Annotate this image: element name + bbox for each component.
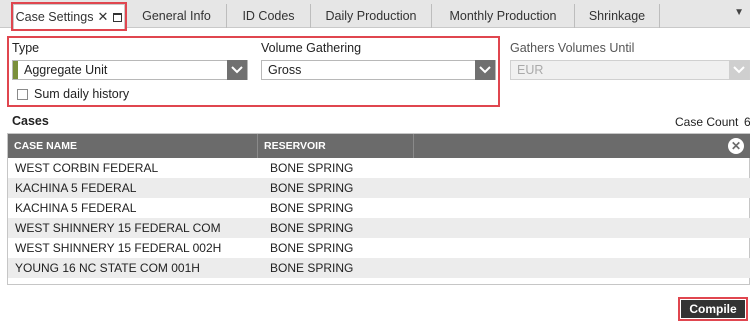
gathers-volumes-value: EUR: [517, 63, 544, 77]
case-name-cell: WEST CORBIN FEDERAL: [15, 161, 159, 175]
tab-label: ID Codes: [242, 9, 295, 23]
grid-header: CASE NAME RESERVOIR ✕: [8, 134, 750, 158]
tab-case-settings[interactable]: Case Settings ✕: [11, 2, 127, 31]
case-name-cell: KACHINA 5 FEDERAL: [15, 181, 137, 195]
tab-monthly-production[interactable]: Monthly Production: [432, 4, 575, 28]
tab-label: Case Settings: [15, 10, 94, 24]
clear-icon[interactable]: ✕: [728, 138, 744, 154]
chevron-down-icon[interactable]: [475, 60, 495, 80]
tab-label: Daily Production: [325, 9, 417, 23]
reservoir-cell: BONE SPRING: [270, 221, 354, 235]
case-name-cell: YOUNG 16 NC STATE COM 001H: [15, 261, 200, 275]
gathers-volumes-label: Gathers Volumes Until: [510, 41, 635, 55]
column-header-case-name[interactable]: CASE NAME: [8, 134, 258, 158]
volume-gathering-select[interactable]: Gross: [261, 60, 496, 80]
table-row[interactable]: KACHINA 5 FEDERAL BONE SPRING: [8, 198, 750, 218]
case-name-cell: WEST SHINNERY 15 FEDERAL COM: [15, 221, 221, 235]
reservoir-cell: BONE SPRING: [270, 201, 354, 215]
sum-daily-history-label: Sum daily history: [34, 87, 130, 101]
table-row[interactable]: WEST SHINNERY 15 FEDERAL 002H BONE SPRIN…: [8, 238, 750, 258]
compile-button[interactable]: Compile: [681, 300, 745, 318]
reservoir-cell: BONE SPRING: [270, 241, 354, 255]
type-select[interactable]: Aggregate Unit: [12, 60, 248, 80]
column-header-reservoir[interactable]: RESERVOIR: [258, 134, 414, 158]
tab-overflow-icon[interactable]: ▼: [734, 7, 744, 18]
type-label: Type: [12, 41, 40, 55]
maximize-icon[interactable]: [113, 12, 123, 22]
table-row[interactable]: KACHINA 5 FEDERAL BONE SPRING: [8, 178, 750, 198]
case-count-value: 6: [744, 115, 750, 129]
tab-bar: Case Settings ✕ General Info ID Codes Da…: [0, 0, 750, 31]
volume-gathering-value: Gross: [268, 63, 302, 77]
sum-daily-history-row[interactable]: Sum daily history: [17, 87, 129, 101]
reservoir-cell: BONE SPRING: [270, 261, 354, 275]
reservoir-cell: BONE SPRING: [270, 161, 354, 175]
case-name-cell: WEST SHINNERY 15 FEDERAL 002H: [15, 241, 222, 255]
tab-label: Shrinkage: [588, 9, 646, 23]
sum-daily-history-checkbox[interactable]: [17, 88, 28, 100]
tab-general-info[interactable]: General Info: [127, 4, 227, 28]
reservoir-cell: BONE SPRING: [270, 181, 354, 195]
tab-id-codes[interactable]: ID Codes: [227, 4, 311, 28]
table-row[interactable]: YOUNG 16 NC STATE COM 001H BONE SPRING: [8, 258, 750, 278]
cases-title: Cases: [12, 114, 49, 128]
close-icon[interactable]: ✕: [97, 9, 108, 25]
gathers-volumes-select[interactable]: EUR: [510, 60, 750, 80]
type-value: Aggregate Unit: [24, 63, 108, 77]
tab-label: General Info: [142, 9, 211, 23]
tab-shrinkage[interactable]: Shrinkage: [575, 4, 660, 28]
compile-highlight: Compile: [678, 297, 748, 321]
cases-grid: CASE NAME RESERVOIR ✕ WEST CORBIN FEDERA…: [7, 133, 750, 285]
table-row[interactable]: WEST CORBIN FEDERAL BONE SPRING: [8, 158, 750, 178]
tab-daily-production[interactable]: Daily Production: [311, 4, 432, 28]
case-count-label: Case Count: [675, 115, 739, 129]
case-name-cell: KACHINA 5 FEDERAL: [15, 201, 137, 215]
tab-label: Monthly Production: [449, 9, 557, 23]
chevron-down-icon: [729, 60, 749, 80]
volume-gathering-label: Volume Gathering: [261, 41, 362, 55]
table-row[interactable]: WEST SHINNERY 15 FEDERAL COM BONE SPRING: [8, 218, 750, 238]
chevron-down-icon[interactable]: [227, 60, 247, 80]
